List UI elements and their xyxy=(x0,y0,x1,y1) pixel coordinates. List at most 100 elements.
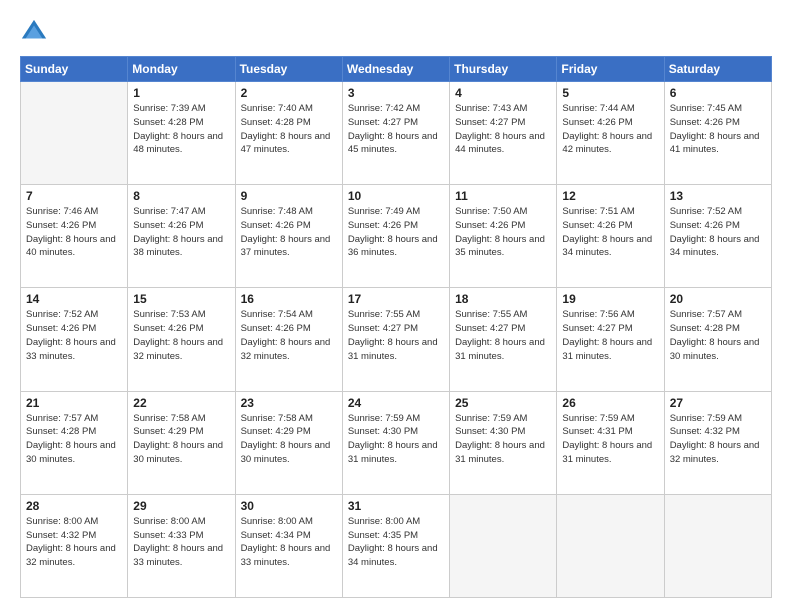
day-info: Sunrise: 7:46 AM Sunset: 4:26 PM Dayligh… xyxy=(26,205,122,260)
logo-icon xyxy=(20,18,48,46)
day-number: 1 xyxy=(133,86,229,100)
calendar-week-3: 14 Sunrise: 7:52 AM Sunset: 4:26 PM Dayli… xyxy=(21,288,772,391)
day-number: 22 xyxy=(133,396,229,410)
day-info: Sunrise: 7:51 AM Sunset: 4:26 PM Dayligh… xyxy=(562,205,658,260)
calendar-cell: 4Sunrise: 7:43 AM Sunset: 4:27 PM Daylig… xyxy=(450,82,557,185)
calendar-header-row: SundayMondayTuesdayWednesdayThursdayFrid… xyxy=(21,57,772,82)
calendar-cell: 27 Sunrise: 7:59 AM Sunset: 4:32 PM Dayli… xyxy=(664,391,771,494)
calendar-cell xyxy=(664,494,771,597)
calendar-cell: 30 Sunrise: 8:00 AM Sunset: 4:34 PM Dayli… xyxy=(235,494,342,597)
calendar-week-4: 21 Sunrise: 7:57 AM Sunset: 4:28 PM Dayli… xyxy=(21,391,772,494)
day-info: Sunrise: 8:00 AM Sunset: 4:34 PM Dayligh… xyxy=(241,515,337,570)
day-number: 31 xyxy=(348,499,444,513)
day-number: 10 xyxy=(348,189,444,203)
day-info: Sunrise: 7:49 AM Sunset: 4:26 PM Dayligh… xyxy=(348,205,444,260)
calendar-cell: 15 Sunrise: 7:53 AM Sunset: 4:26 PM Dayli… xyxy=(128,288,235,391)
day-number: 4 xyxy=(455,86,551,100)
calendar-cell: 13 Sunrise: 7:52 AM Sunset: 4:26 PM Dayli… xyxy=(664,185,771,288)
day-info: Sunrise: 7:44 AM Sunset: 4:26 PM Dayligh… xyxy=(562,102,658,157)
day-number: 7 xyxy=(26,189,122,203)
calendar-cell: 14 Sunrise: 7:52 AM Sunset: 4:26 PM Dayli… xyxy=(21,288,128,391)
day-header-sunday: Sunday xyxy=(21,57,128,82)
calendar-cell: 20 Sunrise: 7:57 AM Sunset: 4:28 PM Dayli… xyxy=(664,288,771,391)
calendar-cell: 2 Sunrise: 7:40 AM Sunset: 4:28 PM Daylig… xyxy=(235,82,342,185)
day-number: 17 xyxy=(348,292,444,306)
day-number: 12 xyxy=(562,189,658,203)
day-number: 2 xyxy=(241,86,337,100)
calendar-cell: 7 Sunrise: 7:46 AM Sunset: 4:26 PM Daylig… xyxy=(21,185,128,288)
calendar-cell xyxy=(450,494,557,597)
day-number: 30 xyxy=(241,499,337,513)
day-info: Sunrise: 7:59 AM Sunset: 4:31 PM Dayligh… xyxy=(562,412,658,467)
day-number: 13 xyxy=(670,189,766,203)
calendar-cell: 31 Sunrise: 8:00 AM Sunset: 4:35 PM Dayli… xyxy=(342,494,449,597)
day-number: 21 xyxy=(26,396,122,410)
calendar-cell: 24 Sunrise: 7:59 AM Sunset: 4:30 PM Dayli… xyxy=(342,391,449,494)
calendar-table: SundayMondayTuesdayWednesdayThursdayFrid… xyxy=(20,56,772,598)
logo xyxy=(20,18,54,46)
day-number: 29 xyxy=(133,499,229,513)
calendar-cell: 9Sunrise: 7:48 AM Sunset: 4:26 PM Daylig… xyxy=(235,185,342,288)
day-header-friday: Friday xyxy=(557,57,664,82)
day-info: Sunrise: 7:54 AM Sunset: 4:26 PM Dayligh… xyxy=(241,308,337,363)
day-number: 14 xyxy=(26,292,122,306)
calendar-cell: 18Sunrise: 7:55 AM Sunset: 4:27 PM Dayli… xyxy=(450,288,557,391)
header xyxy=(20,18,772,46)
day-info: Sunrise: 7:52 AM Sunset: 4:26 PM Dayligh… xyxy=(26,308,122,363)
calendar-cell: 19 Sunrise: 7:56 AM Sunset: 4:27 PM Dayli… xyxy=(557,288,664,391)
day-number: 25 xyxy=(455,396,551,410)
day-info: Sunrise: 7:48 AM Sunset: 4:26 PM Dayligh… xyxy=(241,205,337,260)
calendar-cell: 25 Sunrise: 7:59 AM Sunset: 4:30 PM Dayli… xyxy=(450,391,557,494)
calendar-cell: 12 Sunrise: 7:51 AM Sunset: 4:26 PM Dayli… xyxy=(557,185,664,288)
day-info: Sunrise: 7:59 AM Sunset: 4:30 PM Dayligh… xyxy=(348,412,444,467)
day-info: Sunrise: 8:00 AM Sunset: 4:35 PM Dayligh… xyxy=(348,515,444,570)
day-info: Sunrise: 7:59 AM Sunset: 4:32 PM Dayligh… xyxy=(670,412,766,467)
calendar-cell: 23 Sunrise: 7:58 AM Sunset: 4:29 PM Dayli… xyxy=(235,391,342,494)
day-info: Sunrise: 7:57 AM Sunset: 4:28 PM Dayligh… xyxy=(670,308,766,363)
calendar-cell: 29Sunrise: 8:00 AM Sunset: 4:33 PM Dayli… xyxy=(128,494,235,597)
calendar-cell: 28Sunrise: 8:00 AM Sunset: 4:32 PM Dayli… xyxy=(21,494,128,597)
calendar-week-5: 28Sunrise: 8:00 AM Sunset: 4:32 PM Dayli… xyxy=(21,494,772,597)
day-info: Sunrise: 7:53 AM Sunset: 4:26 PM Dayligh… xyxy=(133,308,229,363)
day-number: 15 xyxy=(133,292,229,306)
day-number: 20 xyxy=(670,292,766,306)
day-info: Sunrise: 7:50 AM Sunset: 4:26 PM Dayligh… xyxy=(455,205,551,260)
day-number: 28 xyxy=(26,499,122,513)
day-number: 24 xyxy=(348,396,444,410)
day-info: Sunrise: 7:58 AM Sunset: 4:29 PM Dayligh… xyxy=(241,412,337,467)
calendar-cell xyxy=(557,494,664,597)
day-number: 23 xyxy=(241,396,337,410)
day-info: Sunrise: 7:59 AM Sunset: 4:30 PM Dayligh… xyxy=(455,412,551,467)
calendar-cell: 26 Sunrise: 7:59 AM Sunset: 4:31 PM Dayli… xyxy=(557,391,664,494)
day-header-tuesday: Tuesday xyxy=(235,57,342,82)
day-header-wednesday: Wednesday xyxy=(342,57,449,82)
day-info: Sunrise: 7:39 AM Sunset: 4:28 PM Dayligh… xyxy=(133,102,229,157)
day-number: 3 xyxy=(348,86,444,100)
calendar-cell: 11 Sunrise: 7:50 AM Sunset: 4:26 PM Dayli… xyxy=(450,185,557,288)
calendar-cell: 10 Sunrise: 7:49 AM Sunset: 4:26 PM Dayli… xyxy=(342,185,449,288)
day-info: Sunrise: 7:56 AM Sunset: 4:27 PM Dayligh… xyxy=(562,308,658,363)
day-number: 16 xyxy=(241,292,337,306)
day-info: Sunrise: 7:55 AM Sunset: 4:27 PM Dayligh… xyxy=(455,308,551,363)
page: SundayMondayTuesdayWednesdayThursdayFrid… xyxy=(0,0,792,612)
calendar-cell: 3Sunrise: 7:42 AM Sunset: 4:27 PM Daylig… xyxy=(342,82,449,185)
day-info: Sunrise: 7:40 AM Sunset: 4:28 PM Dayligh… xyxy=(241,102,337,157)
day-header-monday: Monday xyxy=(128,57,235,82)
day-info: Sunrise: 7:58 AM Sunset: 4:29 PM Dayligh… xyxy=(133,412,229,467)
calendar-cell xyxy=(21,82,128,185)
day-info: Sunrise: 7:57 AM Sunset: 4:28 PM Dayligh… xyxy=(26,412,122,467)
day-info: Sunrise: 7:47 AM Sunset: 4:26 PM Dayligh… xyxy=(133,205,229,260)
day-number: 19 xyxy=(562,292,658,306)
calendar-cell: 22 Sunrise: 7:58 AM Sunset: 4:29 PM Dayli… xyxy=(128,391,235,494)
calendar-cell: 6Sunrise: 7:45 AM Sunset: 4:26 PM Daylig… xyxy=(664,82,771,185)
day-number: 8 xyxy=(133,189,229,203)
calendar-cell: 17Sunrise: 7:55 AM Sunset: 4:27 PM Dayli… xyxy=(342,288,449,391)
calendar-week-1: 1 Sunrise: 7:39 AM Sunset: 4:28 PM Daylig… xyxy=(21,82,772,185)
day-number: 27 xyxy=(670,396,766,410)
day-info: Sunrise: 7:52 AM Sunset: 4:26 PM Dayligh… xyxy=(670,205,766,260)
day-number: 26 xyxy=(562,396,658,410)
day-number: 5 xyxy=(562,86,658,100)
day-header-thursday: Thursday xyxy=(450,57,557,82)
day-header-saturday: Saturday xyxy=(664,57,771,82)
day-number: 11 xyxy=(455,189,551,203)
